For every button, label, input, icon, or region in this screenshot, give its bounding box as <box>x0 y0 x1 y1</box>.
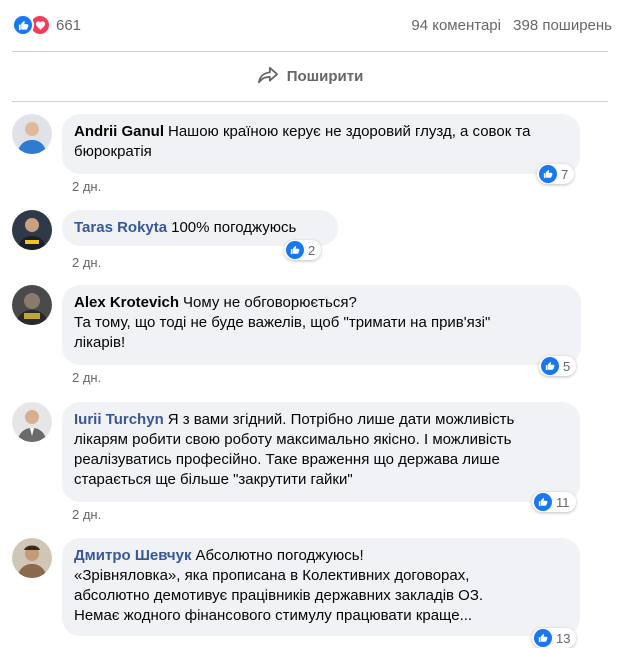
comment-author[interactable]: Дмитро Шевчук <box>74 547 191 564</box>
reaction-count: 661 <box>56 16 82 34</box>
reactions-summary[interactable]: 661 <box>12 14 81 36</box>
comment-text-line: Я з вами згідний. Потрібно лише дати мож… <box>167 411 515 428</box>
avatar[interactable] <box>12 114 52 154</box>
comment-text-line: 100% погоджуюсь <box>171 219 297 236</box>
comment-author[interactable]: Alex Krotevich <box>74 294 179 311</box>
like-icon <box>541 357 559 375</box>
avatar[interactable] <box>12 210 52 250</box>
comments-count-link[interactable]: 94 коментарі <box>411 17 501 34</box>
comment-timestamp[interactable]: 2 дн. <box>72 255 101 270</box>
like-icon <box>539 165 557 183</box>
like-count: 11 <box>556 494 570 510</box>
comment-text-line: старається ще більше "закрутити гайки" <box>74 471 353 488</box>
comment-text-line: абсолютно демотивує працівників державни… <box>74 587 484 604</box>
comment-text-line: бюрократія <box>74 143 152 160</box>
comment-bubble: Alex Krotevich Чому не обговорюється? Та … <box>62 285 581 365</box>
comment-author[interactable]: Andrii Ganul <box>74 123 164 140</box>
comment-timestamp[interactable]: 2 дн. <box>72 507 101 522</box>
like-count: 7 <box>561 166 569 182</box>
comment-like-count[interactable]: 11 <box>532 492 576 512</box>
like-reaction-icon <box>12 14 34 36</box>
divider <box>12 101 608 102</box>
like-count: 13 <box>556 630 571 646</box>
comment-share-counts: 94 коментарі 398 поширень <box>403 17 612 34</box>
share-button[interactable]: Поширити <box>12 52 608 100</box>
comment-text-line: Абсолютно погоджуюсь! <box>195 547 364 564</box>
comment-like-count[interactable]: 2 <box>284 240 322 260</box>
share-icon <box>257 66 278 84</box>
comment-bubble: Дмитро Шевчук Абсолютно погоджуюсь! «Зрів… <box>62 538 580 636</box>
comment-like-count[interactable]: 5 <box>539 356 577 376</box>
like-count: 5 <box>563 358 571 374</box>
avatar[interactable] <box>12 402 52 442</box>
comment-bubble: Iurii Turchyn Я з вами згідний. Потрібно … <box>62 402 580 502</box>
comment-text-line: Чому не обговорюється? <box>183 294 357 311</box>
comment-text-line: лікарям робити свою роботу максимально я… <box>74 431 512 448</box>
comment-timestamp[interactable]: 2 дн. <box>72 370 101 385</box>
comment-text-line: «Зрівняловка», яка прописана в Колективн… <box>74 567 470 584</box>
comment-text-line: реалізуватись професійно. Таке враження … <box>74 451 500 468</box>
shares-count-link[interactable]: 398 поширень <box>513 17 612 34</box>
like-icon <box>286 241 304 259</box>
avatar[interactable] <box>12 285 52 325</box>
comment-text-line: лікарів! <box>74 334 126 351</box>
comment-author[interactable]: Iurii Turchyn <box>74 411 164 428</box>
comment-like-count[interactable]: 7 <box>537 164 575 184</box>
comment-bubble: Andrii Ganul Нашою країною керує не здоро… <box>62 114 580 174</box>
like-icon <box>534 629 552 647</box>
share-label: Поширити <box>286 67 364 85</box>
like-icon <box>534 493 552 511</box>
like-count: 2 <box>308 242 316 258</box>
comment-author[interactable]: Taras Rokyta <box>74 219 167 236</box>
avatar[interactable] <box>12 538 52 578</box>
reactions-stats-bar: 661 94 коментарі 398 поширень <box>12 10 612 40</box>
comment-text-line: Нашою країною керує не здоровий глузд, а… <box>168 123 531 140</box>
comment-timestamp[interactable]: 2 дн. <box>72 179 101 194</box>
comment-text-line: Та тому, що тоді не буде важелів, щоб "т… <box>74 314 491 331</box>
comment-text-line: Немає жодного фінансового стимулу працюв… <box>74 607 473 624</box>
comment-like-count[interactable]: 13 <box>532 628 577 648</box>
